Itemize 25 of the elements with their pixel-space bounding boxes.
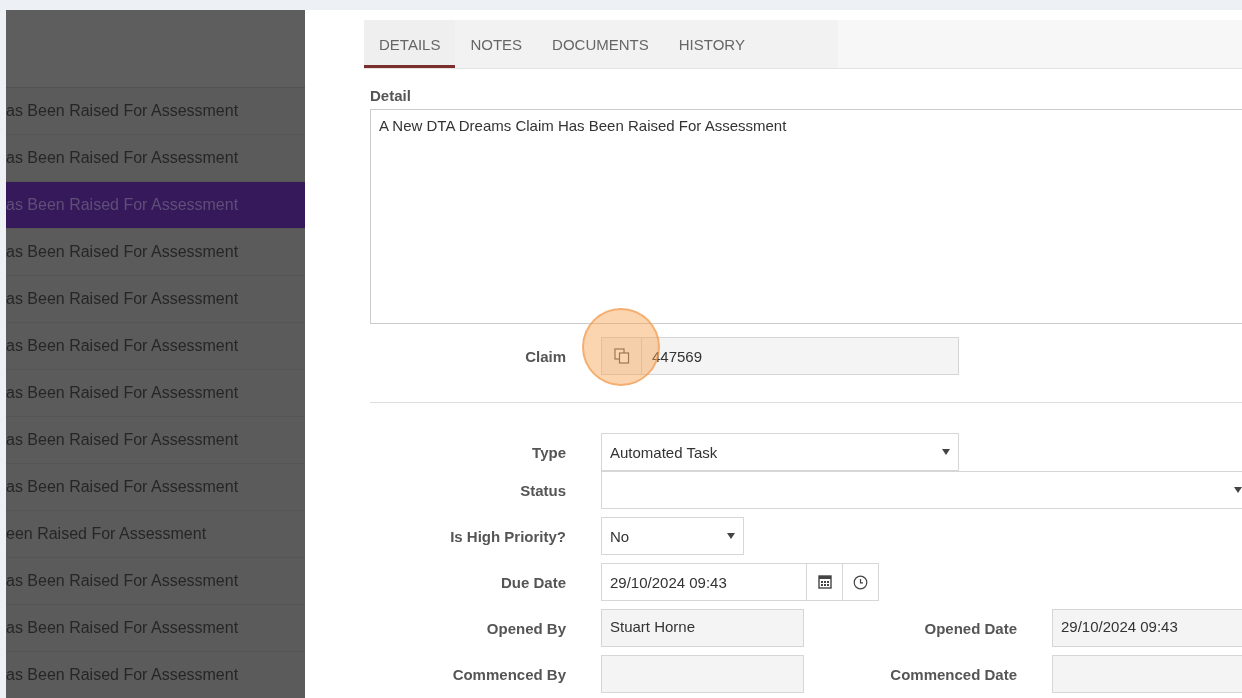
dropdown-arrow-icon [727,533,735,539]
field-label: Type [531,443,566,461]
dropdown-field[interactable]: Automated Task [601,433,959,471]
readonly-field: Stuart Horne [601,609,804,647]
readonly-field: 29/10/2024 09:43 [1052,609,1242,647]
detail-label: Detail [370,87,412,104]
dropdown-arrow-icon [942,449,950,455]
field-label: Opened Date [923,619,1017,637]
copy-icon [613,348,630,364]
field-label: Claim [524,347,566,365]
field-label: Commenced Date [889,665,1017,683]
dropdown-arrow-icon [1234,487,1242,493]
field-label: Due Date [499,573,566,591]
field-label: Status [519,481,566,499]
dropdown-field[interactable] [601,471,1242,509]
field-label: Commenced By [451,665,566,683]
calendar-icon [817,575,832,589]
calendar-button[interactable] [807,563,843,601]
field-label: Opened By [485,619,566,637]
clock-icon [853,574,868,590]
field-label: Is High Priority? [449,527,566,545]
dropdown-field[interactable]: No [601,517,744,555]
clock-button[interactable] [843,563,879,601]
detail-textarea[interactable]: A New DTA Dreams Claim Has Been Raised For Assessment [370,109,1242,324]
date-input[interactable]: 29/10/2024 09:43 [601,563,807,601]
